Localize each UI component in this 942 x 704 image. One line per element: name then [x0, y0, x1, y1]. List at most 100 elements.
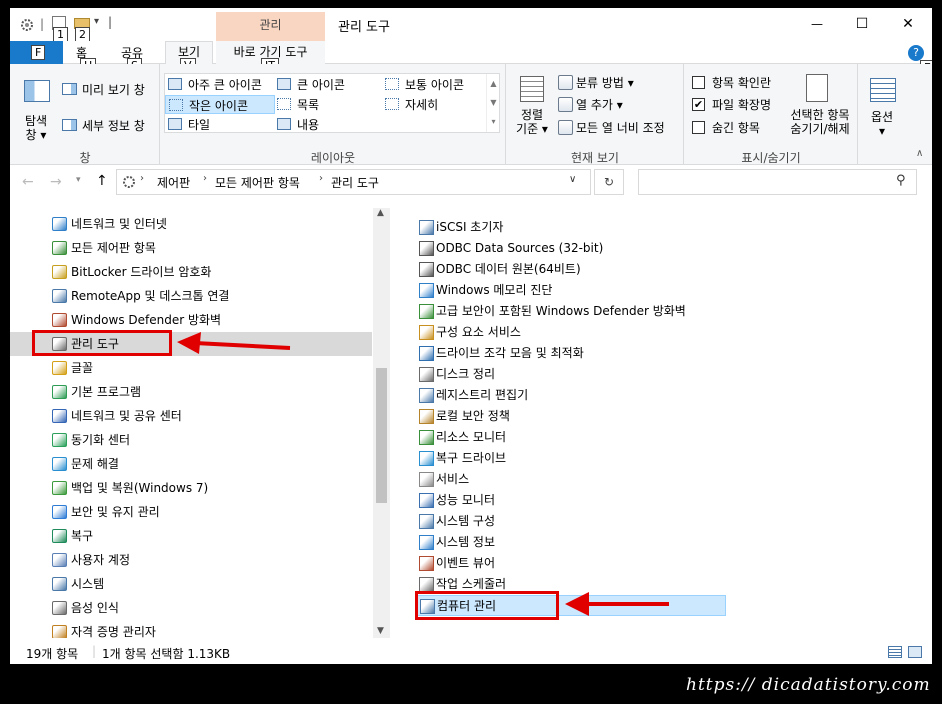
large-icons-label: 큰 아이콘 [297, 78, 345, 92]
file-item-label: iSCSI 초기자 [436, 220, 504, 234]
layout-group: 아주 큰 아이콘 큰 아이콘 보통 아이콘 작은 아이콘 목록 자세히 타일 내… [160, 64, 506, 165]
address-row: ← → ▾ ↑ › 제어판 › 모든 제어판 항목 › 관리 도구 ∨ ↻ ⚲ [10, 165, 932, 200]
nav-scroll-thumb[interactable] [376, 368, 387, 503]
layout-gallery-scroll[interactable]: ▲ ▼ ▾ [486, 74, 500, 132]
layout-tiles[interactable]: 타일 [168, 116, 210, 133]
collapse-ribbon-icon[interactable]: ∧ [916, 148, 923, 159]
details-label: 자세히 [405, 98, 439, 112]
manage-context-tab-header[interactable]: 관리 [216, 12, 325, 41]
preview-pane-label: 미리 보기 창 [82, 83, 145, 97]
shortcut-icon [419, 241, 434, 256]
tiles-label: 타일 [188, 118, 211, 132]
file-extensions-checkbox[interactable]: ✔ [692, 98, 705, 111]
help-icon[interactable]: ? [908, 45, 924, 61]
add-columns-button[interactable]: 열 추가 ▾ [558, 96, 678, 114]
details-view-toggle-icon[interactable] [888, 646, 902, 658]
nav-item[interactable]: 기본 프로그램 [10, 380, 370, 404]
breadcrumb-control-panel[interactable]: 제어판 [157, 174, 190, 191]
tab-shortcut-tools-label: 바로 가기 도구 [233, 45, 308, 59]
content-label: 내용 [297, 118, 320, 132]
nav-item[interactable]: 시스템 [10, 572, 370, 596]
layout-content[interactable]: 내용 [277, 116, 319, 133]
group-by-button[interactable]: 분류 방법 ▾ [558, 74, 678, 92]
nav-item[interactable]: 사용자 계정 [10, 548, 370, 572]
nav-item[interactable]: 백업 및 복원(Windows 7) [10, 476, 370, 500]
forward-arrow-icon[interactable]: → [50, 174, 62, 190]
size-columns-icon [558, 120, 573, 135]
address-bar[interactable]: › 제어판 › 모든 제어판 항목 › 관리 도구 ∨ [116, 169, 591, 195]
address-dropdown-icon[interactable]: ∨ [569, 174, 576, 185]
layout-extra-large-icons[interactable]: 아주 큰 아이콘 [168, 76, 262, 93]
layout-small-icons[interactable]: 작은 아이콘 [165, 95, 275, 114]
admin-tools-icon [121, 174, 137, 190]
minimize-button[interactable]: — [795, 12, 839, 36]
shortcut-icon [419, 472, 434, 487]
layout-list[interactable]: 목록 [277, 96, 319, 113]
file-item-label: 시스템 정보 [436, 535, 496, 549]
details-pane-button[interactable]: 세부 정보 창 [60, 116, 155, 136]
refresh-icon: ↻ [603, 175, 615, 189]
refresh-button[interactable]: ↻ [594, 169, 624, 195]
large-icons-icon [277, 78, 291, 90]
options-button[interactable]: 옵션 ▾ [862, 72, 902, 148]
hide-selected-button[interactable]: 선택한 항목 숨기기/해제 [780, 70, 856, 148]
navigation-pane-button[interactable]: 탐색 창 ▾ [15, 70, 57, 148]
nav-item[interactable]: 글꼴 [10, 356, 370, 380]
scroll-up-icon[interactable]: ▲ [377, 208, 384, 218]
nav-item[interactable]: 네트워크 및 인터넷 [10, 212, 370, 236]
nav-item[interactable]: 문제 해결 [10, 452, 370, 476]
group-by-icon [558, 75, 573, 90]
layout-large-icons[interactable]: 큰 아이콘 [277, 76, 345, 93]
qat-keytip-2: 2 [75, 27, 90, 42]
nav-item[interactable]: BitLocker 드라이브 암호화 [10, 260, 370, 284]
item-checkboxes-checkbox[interactable] [692, 76, 705, 89]
nav-scrollbar[interactable]: ▲ ▼ [373, 208, 390, 638]
nav-item[interactable]: 음성 인식 [10, 596, 370, 620]
scroll-down-icon[interactable]: ▼ [377, 626, 384, 636]
up-arrow-icon[interactable]: ↑ [96, 173, 108, 189]
breadcrumb-chevron-icon[interactable]: › [203, 173, 207, 184]
shortcut-icon [419, 304, 434, 319]
item-checkboxes-label: 항목 확인란 [712, 76, 772, 90]
small-icons-label: 작은 아이콘 [189, 99, 249, 113]
qat-customize-icon[interactable]: ▾ [94, 16, 99, 27]
close-button[interactable]: ✕ [886, 12, 930, 36]
large-icons-toggle-icon[interactable] [908, 646, 922, 658]
preview-pane-button[interactable]: 미리 보기 창 [60, 80, 155, 100]
shortcut-icon [419, 451, 434, 466]
network-sharing-icon [52, 409, 67, 423]
tab-file[interactable]: 파일 F [10, 41, 63, 64]
search-input[interactable]: ⚲ [638, 169, 917, 195]
control-panel-icon [52, 241, 67, 255]
nav-item[interactable]: 동기화 센터 [10, 428, 370, 452]
breadcrumb-admin-tools[interactable]: 관리 도구 [331, 174, 379, 191]
hidden-items-label: 숨긴 항목 [712, 121, 760, 135]
file-item-label: 드라이브 조각 모음 및 최적화 [436, 346, 584, 360]
nav-item[interactable]: 네트워크 및 공유 센터 [10, 404, 370, 428]
recent-locations-icon[interactable]: ▾ [76, 175, 81, 185]
layout-details[interactable]: 자세히 [385, 96, 438, 113]
breadcrumb-chevron-icon[interactable]: › [140, 173, 144, 184]
nav-item[interactable]: 복구 [10, 524, 370, 548]
network-icon [52, 217, 67, 231]
nav-item[interactable]: 자격 증명 관리자 [10, 620, 370, 638]
hidden-items-checkbox[interactable] [692, 121, 705, 134]
sort-by-button[interactable]: 정렬 기준 ▾ [512, 72, 552, 148]
layout-medium-icons[interactable]: 보통 아이콘 [385, 76, 464, 93]
back-arrow-icon[interactable]: ← [22, 174, 34, 190]
size-all-columns-button[interactable]: 모든 열 너비 조정 [558, 119, 682, 137]
file-highlight-box [415, 591, 559, 620]
file-item-label: 디스크 정리 [436, 367, 496, 381]
nav-item[interactable]: Windows Defender 방화벽 [10, 308, 370, 332]
nav-item[interactable]: 모든 제어판 항목 [10, 236, 370, 260]
nav-highlight-box [32, 330, 172, 356]
nav-item[interactable]: RemoteApp 및 데스크톱 연결 [10, 284, 370, 308]
nav-item[interactable]: 보안 및 유지 관리 [10, 500, 370, 524]
nav-item-label: 보안 및 유지 관리 [71, 505, 160, 519]
nav-item-label: 시스템 [71, 577, 105, 591]
breadcrumb-all-items[interactable]: 모든 제어판 항목 [215, 174, 300, 191]
keytip-file: F [31, 45, 46, 60]
options-label: 옵션 ▾ [870, 110, 894, 138]
breadcrumb-chevron-icon[interactable]: › [319, 173, 323, 184]
maximize-button[interactable]: ☐ [840, 12, 884, 36]
